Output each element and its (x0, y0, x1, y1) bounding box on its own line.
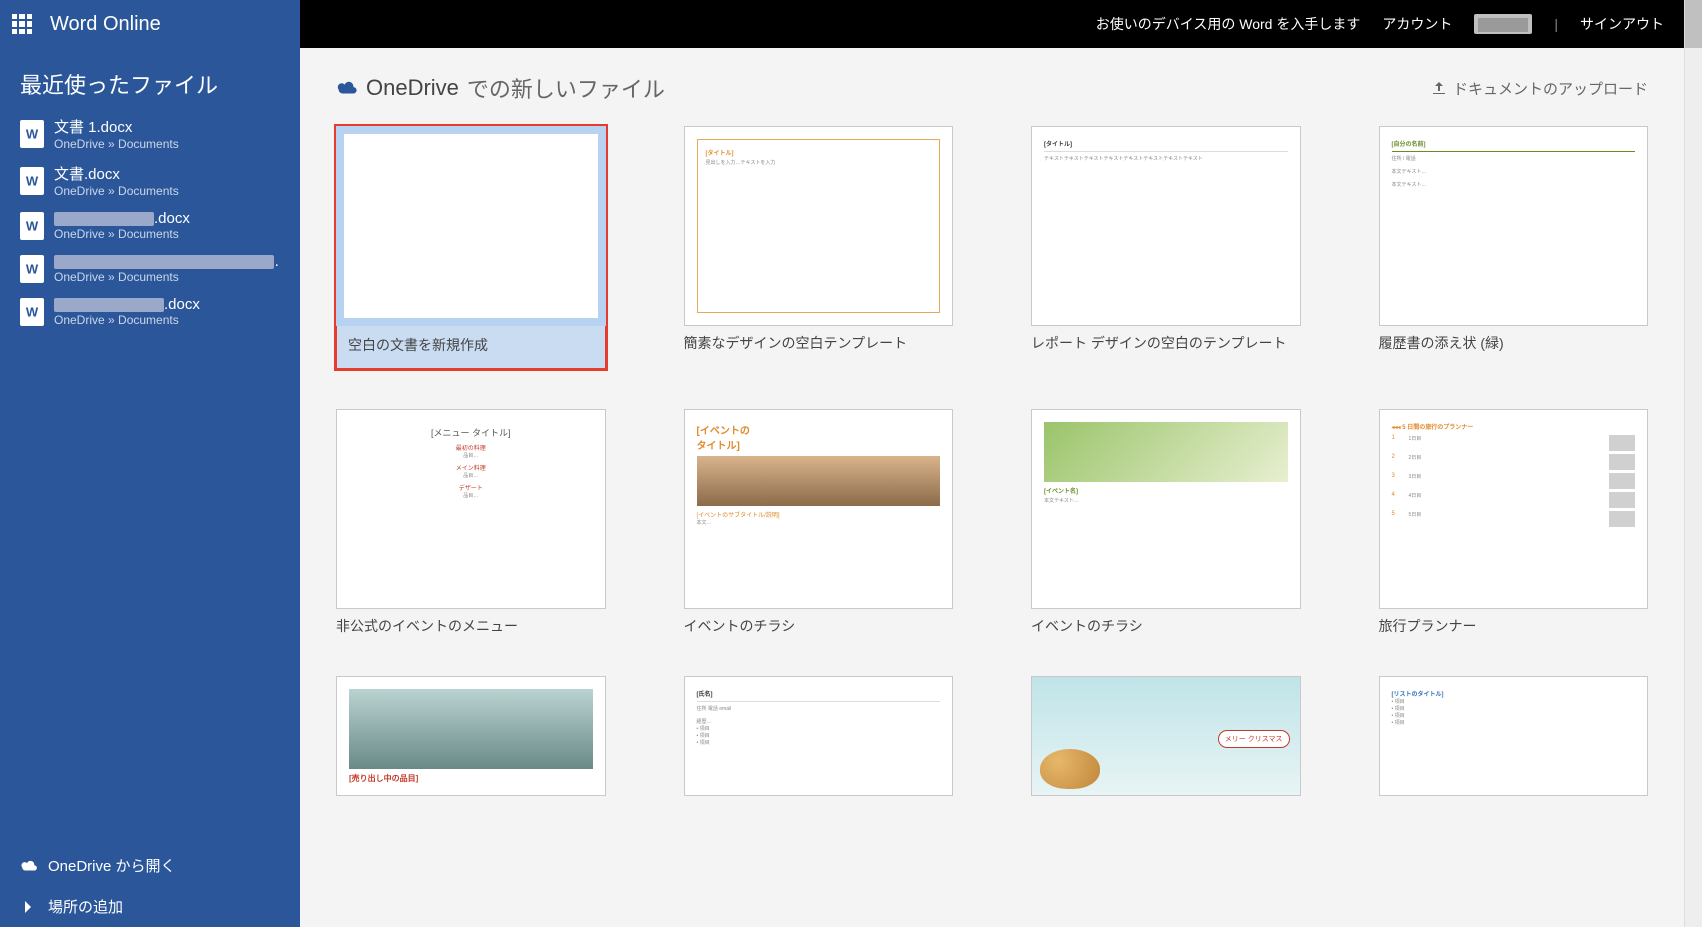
template-simple-blank[interactable]: [タイトル] 見出しを入力…テキストを入力 簡素なデザインの空白テンプレート (684, 126, 954, 369)
sidebar-footer: OneDrive から開く 場所の追加 (0, 845, 300, 927)
add-location[interactable]: 場所の追加 (0, 886, 300, 927)
recent-file-name: 文書 1.docx (54, 116, 179, 137)
template-thumbnail: [リストのタイトル] • 項目• 項目• 項目• 項目 (1379, 676, 1649, 796)
account-link[interactable]: アカウント (1382, 14, 1452, 34)
recent-file-name: .docx (54, 210, 190, 227)
recent-file-item[interactable]: 文書.docx OneDrive » Documents (0, 157, 300, 204)
template-blank-document[interactable]: 空白の文書を新規作成 (336, 126, 606, 369)
add-location-label: 場所の追加 (48, 896, 123, 917)
sidebar: Word Online 最近使ったファイル 文書 1.docx OneDrive… (0, 0, 300, 927)
recent-file-path: OneDrive » Documents (54, 184, 179, 198)
app-launcher-icon[interactable] (12, 14, 32, 34)
template-thumbnail: [氏名] 住所 電話 email 経歴… • 項目• 項目• 項目 (684, 676, 954, 796)
word-doc-icon (20, 120, 44, 148)
template-thumbnail: [イベント名] 本文テキスト… (1031, 409, 1301, 609)
template-label: イベントのチラシ (684, 617, 954, 636)
onedrive-icon (336, 80, 358, 96)
template-label: 空白の文書を新規作成 (336, 326, 606, 369)
app-title: Word Online (50, 13, 161, 36)
recent-file-item[interactable]: 文書 1.docx OneDrive » Documents (0, 110, 300, 157)
recent-file-name: 文書.docx (54, 163, 179, 184)
template-thumbnail: [売り出し中の品目] (336, 676, 606, 796)
recent-file-item[interactable]: .docx OneDrive » Documents (0, 290, 300, 333)
top-bar: お使いのデバイス用の Word を入手します アカウント | サインアウト (300, 0, 1684, 48)
template-event-flyer-green[interactable]: [イベント名] 本文テキスト… イベントのチラシ (1031, 409, 1301, 636)
content: OneDrive での新しいファイル ドキュメントのアップロード 空白の文書を新… (300, 48, 1684, 927)
template-resume[interactable]: [氏名] 住所 電話 email 経歴… • 項目• 項目• 項目 (684, 676, 954, 796)
scrollbar-thumb[interactable] (1685, 0, 1702, 48)
template-thumbnail: [メニュー タイトル] 最初の料理 品目… メイン料理 品目… デザート 品目… (336, 409, 606, 609)
upload-label: ドキュメントのアップロード (1453, 78, 1648, 99)
template-grid: 空白の文書を新規作成 [タイトル] 見出しを入力…テキストを入力 簡素なデザイン… (336, 126, 1648, 796)
sign-out-link[interactable]: サインアウト (1580, 14, 1664, 34)
open-from-onedrive[interactable]: OneDrive から開く (0, 845, 300, 886)
word-doc-icon (20, 212, 44, 240)
user-name-pill (1474, 14, 1532, 34)
word-doc-icon (20, 255, 44, 283)
recent-files-list: 文書 1.docx OneDrive » Documents 文書.docx O… (0, 110, 300, 845)
recent-file-path: OneDrive » Documents (54, 270, 280, 284)
template-sale-items[interactable]: [売り出し中の品目] (336, 676, 606, 796)
cloud-icon (20, 859, 38, 873)
app-header: Word Online (0, 0, 300, 48)
recent-file-path: OneDrive » Documents (54, 137, 179, 151)
template-event-flyer-orange[interactable]: [イベントのタイトル] [イベントのサブタイトル/説明] 本文… イベントのチラ… (684, 409, 954, 636)
recent-file-item[interactable]: … OneDrive » Documents (0, 247, 300, 290)
template-thumbnail (336, 126, 606, 326)
scrollbar[interactable] (1684, 0, 1702, 927)
template-christmas-card[interactable]: メリー クリスマス (1031, 676, 1301, 796)
template-list[interactable]: [リストのタイトル] • 項目• 項目• 項目• 項目 (1379, 676, 1649, 796)
template-report-blank[interactable]: [タイトル] テキストテキストテキストテキストテキストテキストテキストテキスト … (1031, 126, 1301, 369)
recent-file-name: … (54, 253, 280, 270)
template-travel-planner[interactable]: ◂◂◂ 5 日間の旅行のプランナー 11日目 22日目 33日目 44日目 55… (1379, 409, 1649, 636)
template-thumbnail: メリー クリスマス (1031, 676, 1301, 796)
content-heading: OneDrive での新しいファイル (336, 72, 665, 104)
recent-file-item[interactable]: .docx OneDrive » Documents (0, 204, 300, 247)
template-thumbnail: [自分の名前] 住所 / 電話 本文テキスト… 本文テキスト… (1379, 126, 1649, 326)
recent-file-path: OneDrive » Documents (54, 227, 190, 241)
heading-onedrive: OneDrive (366, 75, 459, 101)
template-thumbnail: ◂◂◂ 5 日間の旅行のプランナー 11日目 22日目 33日目 44日目 55… (1379, 409, 1649, 609)
get-word-link[interactable]: お使いのデバイス用の Word を入手します (1096, 14, 1361, 34)
divider: | (1554, 16, 1558, 32)
template-label: 簡素なデザインの空白テンプレート (684, 334, 954, 353)
template-cover-letter-green[interactable]: [自分の名前] 住所 / 電話 本文テキスト… 本文テキスト… 履歴書の添え状 … (1379, 126, 1649, 369)
template-label: レポート デザインの空白のテンプレート (1031, 334, 1301, 353)
recent-files-heading: 最近使ったファイル (0, 48, 300, 110)
template-thumbnail: [タイトル] 見出しを入力…テキストを入力 (684, 126, 954, 326)
template-thumbnail: [タイトル] テキストテキストテキストテキストテキストテキストテキストテキスト (1031, 126, 1301, 326)
template-label: 履歴書の添え状 (緑) (1379, 334, 1649, 353)
template-label: 非公式のイベントのメニュー (336, 617, 606, 636)
main: お使いのデバイス用の Word を入手します アカウント | サインアウト On… (300, 0, 1684, 927)
template-label: イベントのチラシ (1031, 617, 1301, 636)
recent-file-path: OneDrive » Documents (54, 313, 200, 327)
template-event-menu[interactable]: [メニュー タイトル] 最初の料理 品目… メイン料理 品目… デザート 品目…… (336, 409, 606, 636)
heading-suffix: での新しいファイル (467, 72, 665, 104)
word-doc-icon (20, 298, 44, 326)
upload-icon (1431, 80, 1447, 96)
chevron-right-icon (20, 900, 38, 914)
upload-document[interactable]: ドキュメントのアップロード (1431, 78, 1648, 99)
template-label: 旅行プランナー (1379, 617, 1649, 636)
word-doc-icon (20, 167, 44, 195)
recent-file-name: .docx (54, 296, 200, 313)
template-thumbnail: [イベントのタイトル] [イベントのサブタイトル/説明] 本文… (684, 409, 954, 609)
open-from-onedrive-label: OneDrive から開く (48, 855, 176, 876)
